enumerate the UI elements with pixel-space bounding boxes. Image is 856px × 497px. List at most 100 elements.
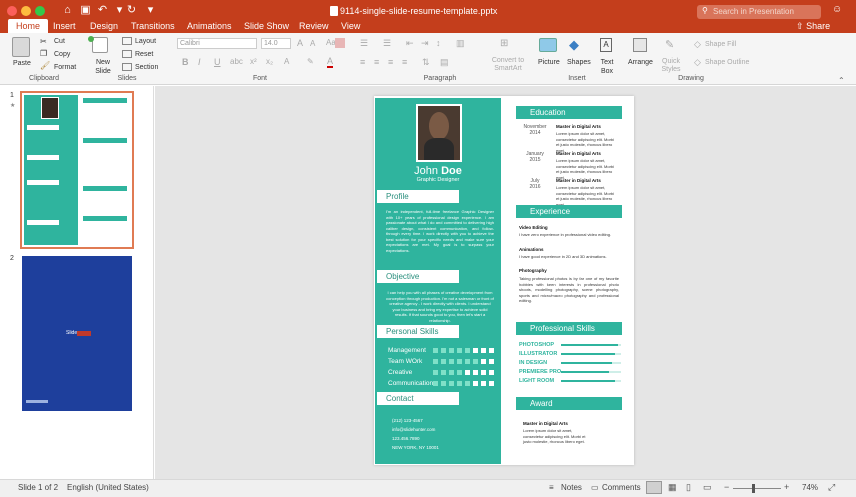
shape-outline-icon[interactable]: ◇ (694, 57, 701, 68)
collapse-ribbon-icon[interactable]: ⌃ (838, 76, 845, 85)
slide-sorter-icon[interactable]: ▦ (668, 482, 677, 493)
decrease-indent-icon[interactable]: ⇤ (406, 38, 414, 49)
font-name-field[interactable]: Calibri (177, 38, 257, 49)
save-icon[interactable]: ▣ (78, 3, 93, 17)
picture-button[interactable]: Picture (538, 58, 560, 67)
paste-button[interactable]: Paste (13, 59, 31, 68)
skill-level-square (489, 359, 494, 364)
zoom-slider[interactable] (733, 488, 781, 489)
format-painter-button[interactable]: Format (54, 63, 76, 72)
skill-level-square (473, 370, 478, 375)
section-button[interactable]: Section (135, 63, 158, 72)
shapes-button[interactable]: Shapes (567, 58, 591, 67)
resume-role: Graphic Designer (416, 177, 460, 183)
layout-button[interactable]: Layout (135, 37, 156, 46)
italic-icon[interactable]: I (198, 57, 201, 67)
font-color-icon[interactable]: A (327, 56, 334, 68)
insert-group-label: Insert (568, 75, 586, 82)
tab-insert[interactable]: Insert (53, 19, 76, 33)
shape-fill-button[interactable]: Shape Fill (705, 40, 736, 49)
highlight-icon[interactable]: ✎ (307, 57, 314, 66)
reset-button[interactable]: Reset (135, 50, 153, 59)
shape-outline-button[interactable]: Shape Outline (705, 58, 749, 67)
new-slide-button[interactable]: New Slide (94, 58, 112, 76)
new-slide-icon[interactable] (92, 37, 108, 53)
reset-icon (122, 50, 132, 58)
line-spacing-icon[interactable]: ↕ (436, 38, 441, 48)
zoom-level[interactable]: 74% (802, 483, 818, 492)
align-left-icon[interactable]: ≡ (360, 57, 365, 67)
skill-level-square (489, 348, 494, 353)
tab-view[interactable]: View (341, 19, 360, 33)
text-box-button[interactable]: Text Box (598, 58, 616, 76)
align-center-icon[interactable]: ≡ (374, 57, 379, 67)
increase-indent-icon[interactable]: ⇥ (421, 38, 429, 49)
home-icon[interactable]: ⌂ (60, 3, 75, 17)
minimize-window-button[interactable] (21, 6, 31, 16)
tab-home[interactable]: Home (8, 19, 48, 33)
undo-icon[interactable]: ↶ (95, 3, 110, 17)
tab-animations[interactable]: Animations (187, 19, 232, 33)
fit-to-window-icon[interactable]: ⤢ (828, 482, 835, 493)
user-icon[interactable]: ☺ (832, 4, 846, 18)
zoom-slider-thumb[interactable] (752, 484, 755, 493)
thumbnail-1-photo (41, 97, 59, 119)
subscript-icon[interactable]: x₂ (266, 57, 273, 66)
bullets-icon[interactable]: ☰ (360, 38, 368, 49)
contact-line: (212) 123-4567 (392, 418, 423, 423)
redo-icon[interactable]: ↻ (124, 3, 139, 17)
quick-styles-button[interactable]: Quick Styles (660, 58, 682, 74)
clear-formatting-icon[interactable] (335, 38, 345, 48)
reading-view-icon[interactable]: ▯ (686, 482, 691, 493)
align-text-icon[interactable]: ▤ (440, 57, 449, 68)
resume-first-name: John (414, 165, 438, 177)
smartart-icon[interactable]: ⊞ (500, 38, 508, 49)
slideshow-view-icon[interactable]: ▭ (703, 482, 712, 493)
zoom-window-button[interactable] (35, 6, 45, 16)
text-box-icon[interactable]: A (600, 38, 612, 52)
shapes-icon[interactable]: ◆ (569, 38, 585, 52)
normal-view-icon[interactable] (646, 481, 662, 494)
arrange-button[interactable]: Arrange (628, 58, 653, 67)
convert-smartart-button[interactable]: Convert to SmartArt (491, 57, 525, 73)
skill-bar-fill (561, 344, 618, 346)
font-size-field[interactable]: 14.0 (261, 38, 291, 49)
picture-icon[interactable] (539, 38, 557, 52)
text-direction-icon[interactable]: ⇅ (422, 57, 430, 68)
tab-slide-show[interactable]: Slide Show (244, 19, 289, 33)
tab-transitions[interactable]: Transitions (131, 19, 175, 33)
language-indicator[interactable]: English (United States) (67, 483, 149, 492)
columns-icon[interactable]: ▥ (456, 38, 465, 49)
personal-skill-label: Team WOrk (388, 358, 423, 365)
numbering-icon[interactable]: ☰ (383, 38, 391, 49)
shape-fill-icon[interactable]: ◇ (694, 39, 701, 50)
arrange-icon[interactable] (633, 38, 647, 52)
zoom-in-icon[interactable]: + (784, 482, 789, 492)
share-button[interactable]: ⇧ Share (796, 19, 846, 33)
justify-icon[interactable]: ≡ (402, 57, 407, 67)
text-effects-icon[interactable]: A (284, 57, 289, 66)
notes-button[interactable]: Notes (561, 483, 582, 492)
underline-icon[interactable]: U (214, 57, 221, 67)
decrease-font-icon[interactable]: A (310, 39, 315, 48)
customize-toolbar-icon[interactable]: ▾ (143, 3, 158, 17)
personal-skills-heading: Personal Skills (377, 325, 459, 338)
comments-button[interactable]: Comments (602, 483, 641, 492)
zoom-out-icon[interactable]: − (724, 482, 729, 492)
increase-font-icon[interactable]: A (297, 38, 303, 48)
search-input[interactable]: Search in Presentation (697, 5, 821, 19)
superscript-icon[interactable]: x² (250, 57, 257, 66)
close-window-button[interactable] (7, 6, 17, 16)
tab-review[interactable]: Review (299, 19, 329, 33)
bold-icon[interactable]: B (182, 57, 189, 67)
profile-photo[interactable] (416, 104, 462, 162)
cut-button[interactable]: Cut (54, 37, 65, 46)
personal-skill-label: Management (388, 347, 426, 354)
contact-line: 123.456.7890 (392, 436, 420, 441)
tab-design[interactable]: Design (90, 19, 118, 33)
copy-button[interactable]: Copy (54, 50, 70, 59)
quick-styles-icon[interactable]: ✎ (665, 38, 674, 51)
paste-icon[interactable] (12, 37, 30, 57)
align-right-icon[interactable]: ≡ (388, 57, 393, 67)
strikethrough-icon[interactable]: abc (230, 57, 243, 66)
